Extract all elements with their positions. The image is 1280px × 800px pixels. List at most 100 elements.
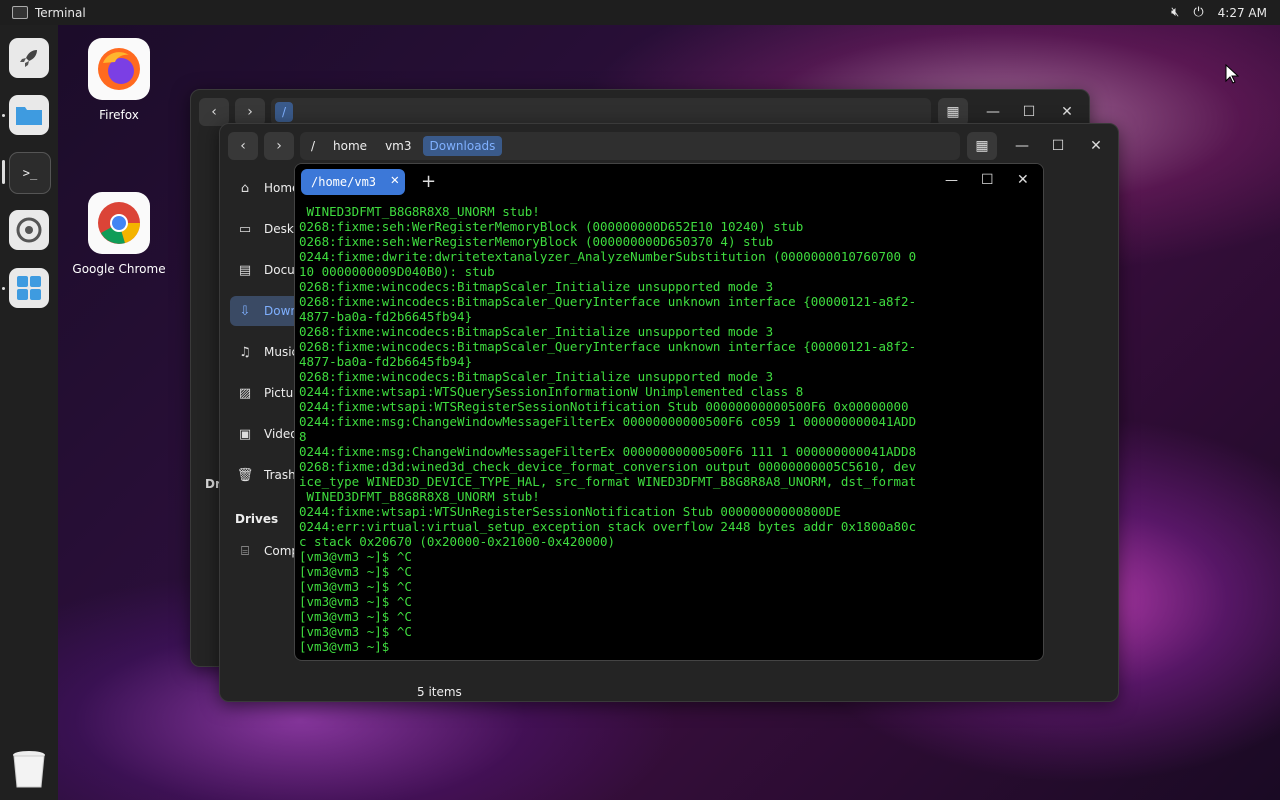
maximize-button-back[interactable]: ☐ (1019, 102, 1039, 122)
terminal-icon (12, 6, 28, 19)
terminal-line: 0268:fixme:d3d:wined3d_check_device_form… (299, 459, 917, 474)
launcher-rocket-icon[interactable] (9, 38, 49, 78)
chrome-icon (88, 192, 150, 254)
minimize-button[interactable]: — (1012, 136, 1032, 156)
terminal-line: [vm3@vm3 ~]$ ^C (299, 549, 412, 564)
terminal-tab-bar: /home/vm3 ✕ + — ☐ ✕ (295, 164, 1043, 202)
terminal-line: 0244:fixme:wtsapi:WTSUnRegisterSessionNo… (299, 504, 841, 519)
sidebar-item-computer[interactable]: ⌸ Comp (236, 536, 299, 566)
terminal-line: 0268:fixme:seh:WerRegisterMemoryBlock (0… (299, 234, 774, 249)
maximize-button[interactable]: ☐ (1048, 136, 1068, 156)
active-app[interactable]: Terminal (12, 6, 86, 20)
crumb-root[interactable]: / (304, 136, 322, 156)
terminal-line: [vm3@vm3 ~]$ ^C (299, 579, 412, 594)
terminal-close-button[interactable]: ✕ (1017, 172, 1029, 188)
terminal-line: 4877-ba0a-fd2b6645fb94} (299, 354, 473, 369)
crumb-home[interactable]: home (326, 136, 374, 156)
crumb-vm3[interactable]: vm3 (378, 136, 418, 156)
files-icon[interactable] (9, 95, 49, 135)
terminal-line: 0244:fixme:wtsapi:WTSRegisterSessionNoti… (299, 399, 909, 414)
path-bar[interactable]: / home vm3 Downloads (300, 132, 960, 160)
view-grid-button-back[interactable]: ▦ (938, 98, 968, 126)
firefox-icon (88, 38, 150, 100)
desktop-firefox-label: Firefox (99, 108, 139, 122)
terminal-line: 0268:fixme:wincodecs:BitmapScaler_Initia… (299, 324, 774, 339)
close-tab-icon[interactable]: ✕ (391, 172, 399, 188)
running-indicator (2, 114, 5, 117)
desktop-icon: ▭ (238, 221, 252, 237)
sidebar-item-documents[interactable]: ▤ Docu (236, 255, 295, 285)
terminal-line: 0268:fixme:seh:WerRegisterMemoryBlock (0… (299, 219, 804, 234)
home-icon: ⌂ (240, 180, 250, 196)
terminal-line: 0268:fixme:wincodecs:BitmapScaler_Initia… (299, 279, 774, 294)
close-button[interactable]: ✕ (1086, 136, 1106, 156)
desktop-chrome[interactable]: Google Chrome (69, 192, 169, 276)
sidebar-item-videos[interactable]: ▣ Video (236, 419, 298, 449)
terminal-tab[interactable]: /home/vm3 ✕ (301, 169, 405, 195)
terminal-line: WINED3DFMT_B8G8R8X8_UNORM stub! (299, 489, 540, 504)
terminal-line: [vm3@vm3 ~]$ ^C (299, 609, 412, 624)
active-app-title: Terminal (35, 5, 86, 20)
terminal-maximize-button[interactable]: ☐ (981, 172, 994, 188)
terminal-line: 0268:fixme:wincodecs:BitmapScaler_QueryI… (299, 294, 917, 309)
drives-heading: Drives (235, 512, 279, 526)
desktop-chrome-label: Google Chrome (72, 262, 166, 276)
document-icon: ▤ (238, 262, 252, 278)
back-button-front[interactable]: ‹ (228, 132, 258, 160)
terminal-line: 10 0000000009D040B0): stub (299, 264, 495, 279)
terminal-line: 0244:fixme:wtsapi:WTSQuerySessionInforma… (299, 384, 804, 399)
sidebar-item-music[interactable]: ♫ Music (236, 337, 298, 367)
sidebar-item-pictures[interactable]: ▨ Pictur (236, 378, 298, 408)
new-tab-icon[interactable]: + (421, 171, 436, 192)
terminal-minimize-button[interactable]: — (945, 173, 958, 188)
forward-button-front[interactable]: › (264, 132, 294, 160)
mouse-cursor-icon (1225, 64, 1239, 84)
top-bar: Terminal 🔇︎ ⏻ 4:27 AM (0, 0, 1280, 25)
terminal-line: 0244:err:virtual:virtual_setup_exception… (299, 519, 917, 534)
terminal-line: [vm3@vm3 ~]$ (299, 639, 397, 654)
power-icon[interactable]: ⏻ (1193, 5, 1203, 20)
dock: >_ (0, 25, 58, 800)
terminal-line: WINED3DFMT_B8G8R8X8_UNORM stub! (299, 204, 540, 219)
clock[interactable]: 4:27 AM (1218, 6, 1267, 20)
volume-muted-icon[interactable]: 🔇︎ (1171, 5, 1179, 20)
forward-button[interactable]: › (235, 98, 265, 126)
terminal-line: 0268:fixme:wincodecs:BitmapScaler_QueryI… (299, 339, 917, 354)
terminal-dock-icon[interactable]: >_ (9, 152, 51, 194)
drive-icon: ⌸ (241, 543, 249, 559)
status-item-count: 5 items (417, 685, 462, 699)
terminal-tab-label: /home/vm3 (311, 175, 377, 189)
running-indicator-2 (2, 287, 5, 290)
desktop-firefox[interactable]: Firefox (69, 38, 169, 122)
terminal-line: 0268:fixme:wincodecs:BitmapScaler_Initia… (299, 369, 774, 384)
view-grid-button[interactable]: ▦ (967, 132, 997, 160)
terminal-line: [vm3@vm3 ~]$ ^C (299, 594, 412, 609)
music-icon: ♫ (239, 344, 251, 360)
sidebar-item-desktop[interactable]: ▭ Deskt (236, 214, 299, 244)
terminal-line: 4877-ba0a-fd2b6645fb94} (299, 309, 473, 324)
calculator-icon[interactable] (9, 268, 49, 308)
active-indicator (2, 160, 5, 184)
video-icon: ▣ (238, 426, 252, 442)
terminal-line: 0244:fixme:msg:ChangeWindowMessageFilter… (299, 444, 917, 459)
terminal-output[interactable]: WINED3DFMT_B8G8R8X8_UNORM stub! 0268:fix… (299, 204, 916, 654)
terminal-line: 0244:fixme:msg:ChangeWindowMessageFilter… (299, 414, 917, 429)
terminal-line: 0244:fixme:dwrite:dwritetextanalyzer_Ana… (299, 249, 917, 264)
settings-icon[interactable] (9, 210, 49, 250)
terminal-line: [vm3@vm3 ~]$ ^C (299, 624, 412, 639)
minimize-button-back[interactable]: — (983, 102, 1003, 122)
path-bar-back[interactable]: / (271, 98, 931, 126)
terminal-window[interactable]: /home/vm3 ✕ + — ☐ ✕ WINED3DFMT_B8G8R8X8_… (294, 163, 1044, 661)
terminal-line: [vm3@vm3 ~]$ ^C (299, 564, 412, 579)
crumb-downloads[interactable]: Downloads (422, 136, 503, 156)
sidebar-item-home[interactable]: ⌂ Home (236, 173, 300, 203)
back-button[interactable]: ‹ (199, 98, 229, 126)
trash-dock-icon[interactable] (9, 749, 49, 789)
close-button-back[interactable]: ✕ (1057, 102, 1077, 122)
crumb-root-back[interactable]: / (275, 102, 294, 122)
download-icon: ⇩ (239, 303, 251, 319)
trash-icon: 🗑︎ (236, 467, 254, 483)
terminal-line: c stack 0x20670 (0x20000-0x21000-0x42000… (299, 534, 616, 549)
sidebar-item-trash[interactable]: 🗑︎ Trash (236, 460, 296, 490)
terminal-line: 8 (299, 429, 307, 444)
